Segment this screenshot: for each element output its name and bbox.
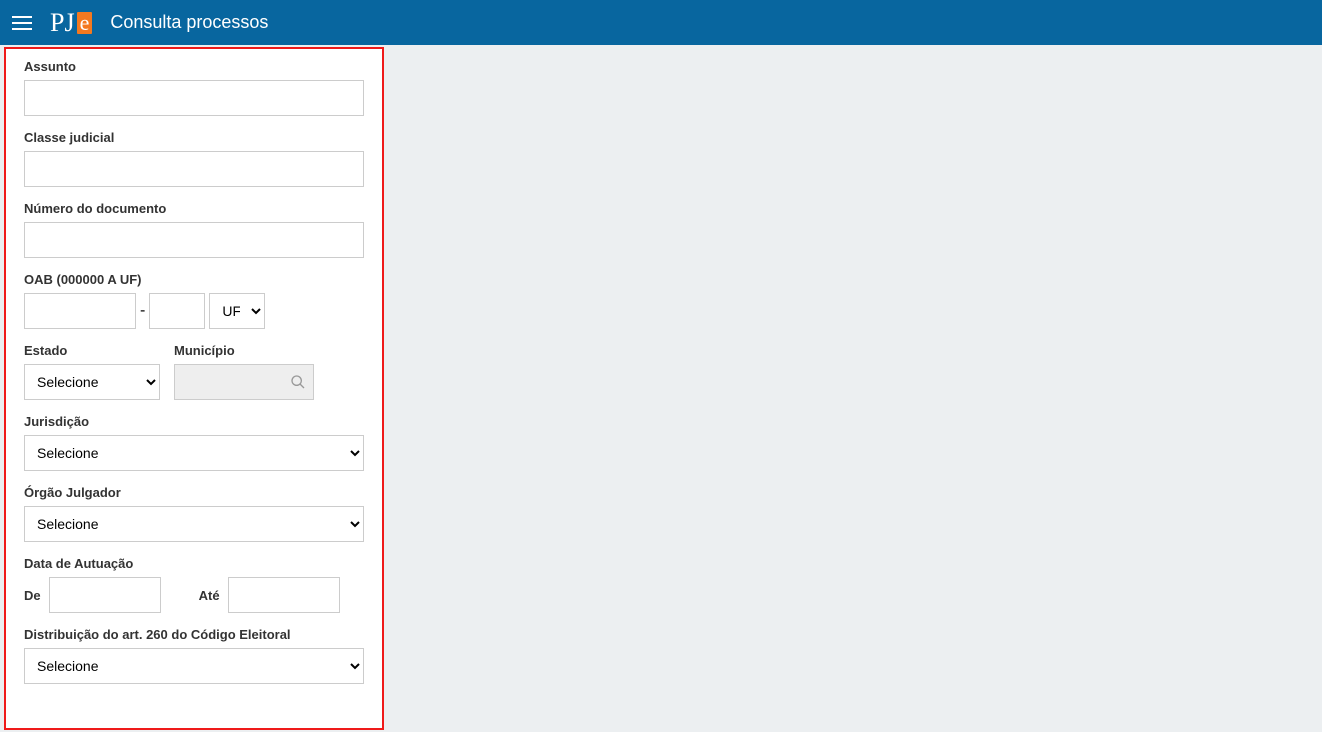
- classe-judicial-label: Classe judicial: [24, 130, 364, 145]
- distribuicao-260-select[interactable]: Selecione: [24, 648, 364, 684]
- jurisdicao-label: Jurisdição: [24, 414, 364, 429]
- assunto-input[interactable]: [24, 80, 364, 116]
- numero-documento-input[interactable]: [24, 222, 364, 258]
- municipio-label: Município: [174, 343, 314, 358]
- oab-label: OAB (000000 A UF): [24, 272, 364, 287]
- oab-numero-input[interactable]: [24, 293, 136, 329]
- main-area: Assunto Classe judicial Número do docume…: [0, 45, 1322, 732]
- data-ate-label: Até: [199, 588, 220, 603]
- field-assunto: Assunto: [24, 59, 364, 116]
- numero-documento-label: Número do documento: [24, 201, 364, 216]
- field-estado-municipio: Estado Selecione Município: [24, 343, 364, 400]
- data-autuacao-ate-input[interactable]: [228, 577, 340, 613]
- distribuicao-260-label: Distribuição do art. 260 do Código Eleit…: [24, 627, 364, 642]
- field-orgao-julgador: Órgão Julgador Selecione: [24, 485, 364, 542]
- page-title: Consulta processos: [110, 12, 268, 33]
- logo-text: PJ: [50, 8, 75, 38]
- oab-uf-select[interactable]: UF: [209, 293, 265, 329]
- field-oab: OAB (000000 A UF) - UF: [24, 272, 364, 329]
- field-data-autuacao: Data de Autuação De Até: [24, 556, 364, 613]
- logo-e: e: [77, 12, 93, 34]
- menu-icon[interactable]: [12, 11, 36, 35]
- oab-letra-input[interactable]: [149, 293, 205, 329]
- municipio-input[interactable]: [174, 364, 314, 400]
- field-distribuicao-260: Distribuição do art. 260 do Código Eleit…: [24, 627, 364, 684]
- content-area: [388, 45, 1322, 732]
- field-classe-judicial: Classe judicial: [24, 130, 364, 187]
- assunto-label: Assunto: [24, 59, 364, 74]
- data-de-label: De: [24, 588, 41, 603]
- app-header: PJe Consulta processos: [0, 0, 1322, 45]
- orgao-julgador-label: Órgão Julgador: [24, 485, 364, 500]
- search-form-panel: Assunto Classe judicial Número do docume…: [4, 47, 384, 730]
- field-jurisdicao: Jurisdição Selecione: [24, 414, 364, 471]
- field-numero-documento: Número do documento: [24, 201, 364, 258]
- orgao-julgador-select[interactable]: Selecione: [24, 506, 364, 542]
- classe-judicial-input[interactable]: [24, 151, 364, 187]
- data-autuacao-de-input[interactable]: [49, 577, 161, 613]
- estado-select[interactable]: Selecione: [24, 364, 160, 400]
- estado-label: Estado: [24, 343, 160, 358]
- app-logo: PJe: [50, 8, 92, 38]
- jurisdicao-select[interactable]: Selecione: [24, 435, 364, 471]
- oab-separator: -: [140, 302, 145, 320]
- data-autuacao-label: Data de Autuação: [24, 556, 364, 571]
